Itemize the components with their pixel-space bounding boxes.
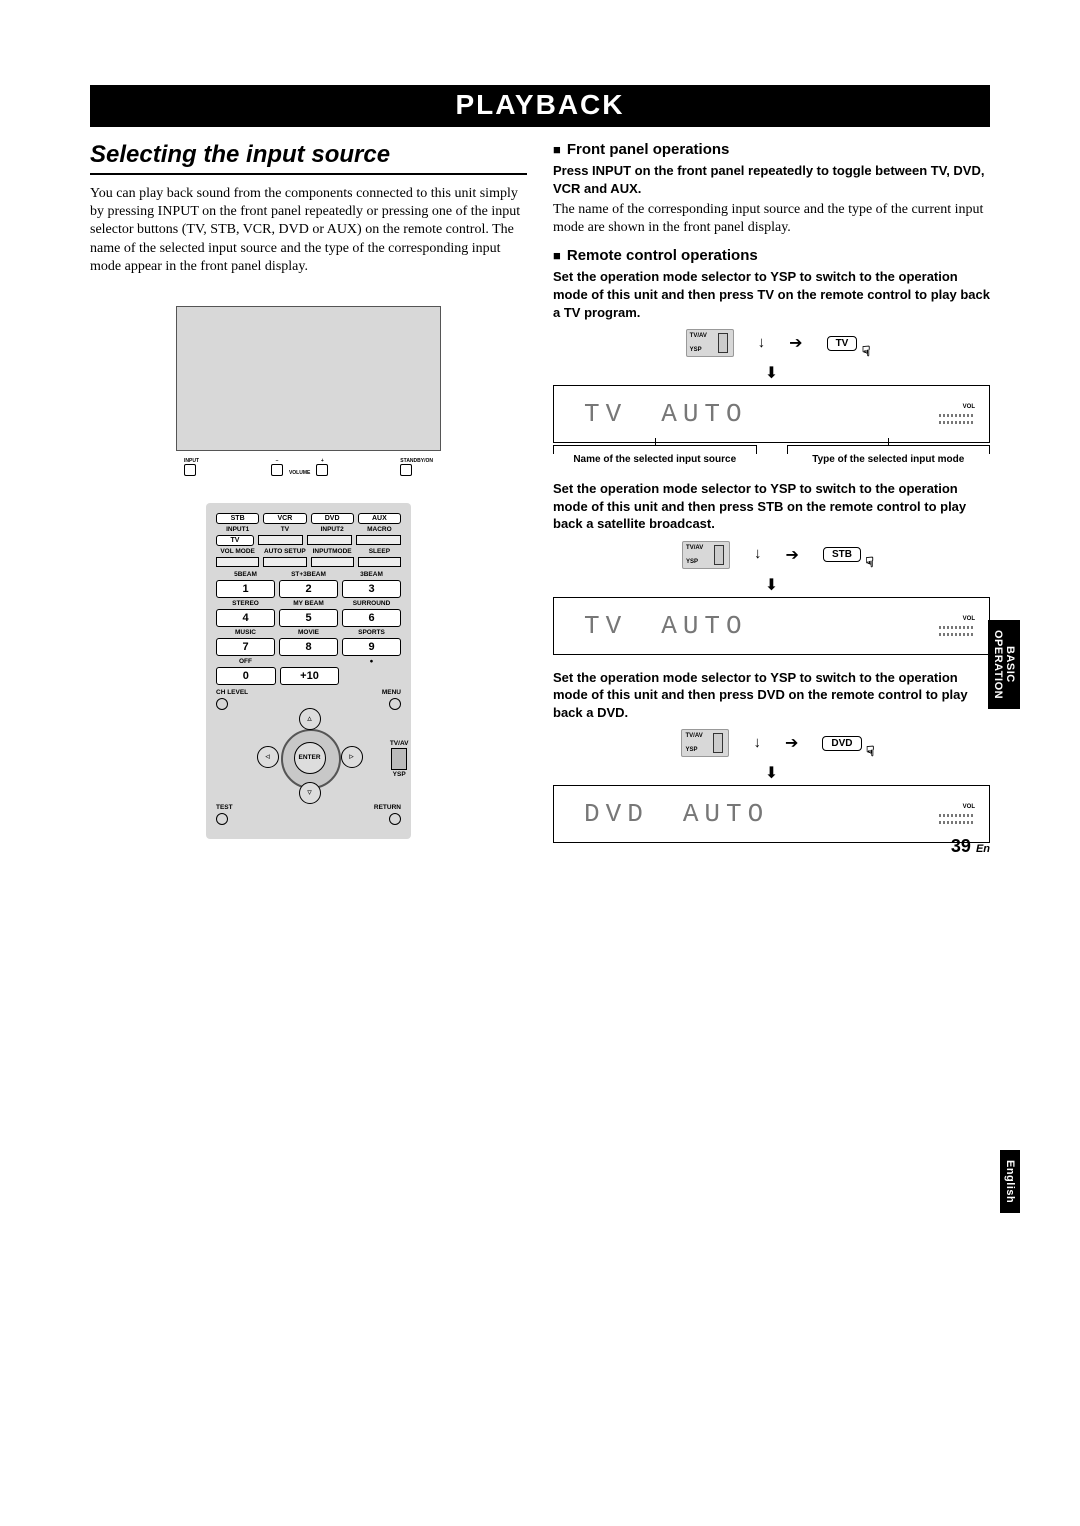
remote-menu[interactable] (389, 698, 401, 710)
remote-chlevel[interactable] (216, 698, 228, 710)
down-arrow-icon: ⬇ (553, 363, 990, 383)
switch-arrow-icon: ↓ (758, 335, 766, 352)
remote-dpad: ENTER ▵ ▿ ◃ ▹ TV/AV YSP (249, 712, 369, 802)
stb-button-label: STB☟ (823, 547, 861, 562)
front-panel-heading: ■Front panel operations (553, 141, 990, 158)
remote-up[interactable]: ▵ (299, 708, 321, 730)
remote-instruction-tv: Set the operation mode selector to YSP t… (553, 268, 990, 321)
intro-text: You can play back sound from the compone… (90, 185, 527, 276)
remote-aux[interactable]: AUX (358, 513, 401, 524)
mode-switch-icon: TV/AV YSP (686, 329, 734, 357)
remote-sq1[interactable] (258, 535, 303, 545)
remote-return[interactable] (389, 813, 401, 825)
fp-vol-up[interactable] (316, 464, 328, 476)
front-panel-note: The name of the corresponding input sour… (553, 201, 990, 237)
mode-switch-icon: TV/AVYSP (681, 729, 729, 757)
remote-right[interactable]: ▹ (341, 746, 363, 768)
fp-vol-down[interactable] (271, 464, 283, 476)
remote-stb[interactable]: STB (216, 513, 259, 524)
remote-control-figure: STB VCR DVD AUX INPUT1 TV INPUT2 MACRO T… (206, 503, 411, 839)
remote-enter[interactable]: ENTER (294, 742, 326, 774)
remote-instruction-stb: Set the operation mode selector to YSP t… (553, 480, 990, 533)
remote-heading: ■Remote control operations (553, 247, 990, 264)
tv-button-label: TV☟ (827, 336, 858, 351)
hand-icon: ☟ (862, 343, 871, 360)
diagram-tv: TV/AV YSP ↓ ➔ TV☟ ⬇ TVAUTO VOL Name of t… (553, 329, 990, 466)
diagram-dvd: TV/AVYSP ↓➔ DVD☟ ⬇ DVDAUTO VOL (553, 729, 990, 843)
caption-mode: Type of the selected input mode (787, 454, 991, 466)
fp-standby-button[interactable] (400, 464, 412, 476)
fp-input-button[interactable] (184, 464, 196, 476)
side-tab-basic-operation: BASICOPERATION (988, 620, 1020, 709)
front-panel-figure: INPUT – VOLUME + STANDBY/ON (176, 306, 441, 481)
page-title: PLAYBACK (90, 85, 990, 127)
remote-mode-switch[interactable] (391, 748, 407, 770)
remote-tv[interactable]: TV (216, 535, 254, 546)
mode-switch-icon: TV/AVYSP (682, 541, 730, 569)
display-stb: TVAUTO VOL (553, 597, 990, 655)
remote-down[interactable]: ▿ (299, 782, 321, 804)
display-dvd: DVDAUTO VOL (553, 785, 990, 843)
fp-standby-label: STANDBY/ON (400, 458, 433, 464)
side-tab-english: English (1000, 1150, 1020, 1213)
page-number: 39 En (951, 836, 990, 857)
dvd-button-label: DVD☟ (822, 736, 861, 751)
remote-instruction-dvd: Set the operation mode selector to YSP t… (553, 669, 990, 722)
fp-input-label: INPUT (184, 458, 199, 464)
display-tv: TVAUTO VOL (553, 385, 990, 443)
front-panel-instruction: Press INPUT on the front panel repeatedl… (553, 162, 990, 197)
section-heading: Selecting the input source (90, 141, 527, 175)
remote-sq3[interactable] (356, 535, 401, 545)
remote-vcr[interactable]: VCR (263, 513, 306, 524)
remote-dvd[interactable]: DVD (311, 513, 354, 524)
remote-test[interactable] (216, 813, 228, 825)
diagram-stb: TV/AVYSP ↓➔ STB☟ ⬇ TVAUTO VOL (553, 541, 990, 655)
right-arrow-icon: ➔ (789, 333, 802, 353)
caption-source: Name of the selected input source (553, 454, 757, 466)
remote-sq2[interactable] (307, 535, 352, 545)
remote-left[interactable]: ◃ (257, 746, 279, 768)
fp-volume-label: VOLUME (289, 470, 310, 476)
